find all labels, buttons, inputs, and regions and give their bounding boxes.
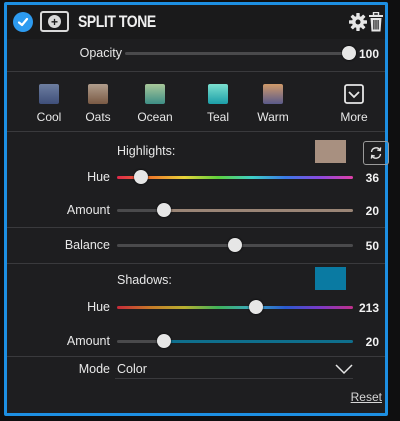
highlights-label: Highlights: bbox=[117, 144, 176, 158]
warm-swatch-icon bbox=[263, 84, 283, 104]
panel-header: + SPLIT TONE bbox=[7, 5, 385, 39]
highlights-color-swatch[interactable] bbox=[315, 140, 346, 163]
preset-label: Ocean bbox=[137, 110, 173, 124]
preset-teal[interactable]: Teal bbox=[188, 84, 248, 124]
opacity-slider-track[interactable] bbox=[125, 52, 349, 55]
opacity-label: Opacity bbox=[79, 46, 122, 60]
shadows-label: Shadows: bbox=[117, 273, 172, 287]
preset-more[interactable]: More bbox=[324, 84, 384, 124]
highlights-hue-track[interactable] bbox=[117, 176, 353, 179]
reset-link[interactable]: Reset bbox=[351, 390, 382, 404]
shadows-amount-label: Amount bbox=[66, 334, 110, 348]
shadows-hue-value[interactable]: 213 bbox=[359, 301, 379, 315]
enable-check-icon[interactable] bbox=[13, 12, 33, 32]
mode-label: Mode bbox=[78, 362, 110, 376]
balance-label: Balance bbox=[64, 238, 110, 252]
balance-value[interactable]: 50 bbox=[366, 239, 379, 253]
preset-ocean[interactable]: Ocean bbox=[125, 84, 185, 124]
highlights-amount-thumb[interactable] bbox=[157, 203, 172, 217]
select-underline bbox=[115, 378, 353, 379]
chevron-down-icon bbox=[335, 364, 353, 375]
panel-title: SPLIT TONE bbox=[78, 12, 156, 31]
shadows-amount-thumb[interactable] bbox=[157, 334, 172, 348]
highlights-hue-value[interactable]: 36 bbox=[366, 171, 379, 185]
opacity-slider-thumb[interactable] bbox=[342, 46, 356, 60]
add-mask-button[interactable]: + bbox=[40, 11, 69, 32]
shadows-hue-thumb[interactable] bbox=[249, 300, 264, 314]
divider bbox=[7, 227, 385, 228]
shadows-hue-track[interactable] bbox=[117, 306, 353, 309]
gear-icon[interactable] bbox=[348, 12, 368, 32]
cool-swatch-icon bbox=[39, 84, 59, 104]
plus-icon: + bbox=[48, 15, 61, 28]
oats-swatch-icon bbox=[88, 84, 108, 104]
divider bbox=[7, 263, 385, 264]
preset-label: Teal bbox=[206, 110, 229, 124]
highlights-amount-label: Amount bbox=[66, 203, 110, 217]
checkmark-icon bbox=[17, 17, 29, 27]
divider bbox=[7, 131, 385, 132]
highlights-hue-label: Hue bbox=[87, 170, 110, 184]
opacity-value[interactable]: 100 bbox=[359, 47, 379, 61]
preset-label: Oats bbox=[85, 110, 111, 124]
preset-oats[interactable]: Oats bbox=[68, 84, 128, 124]
divider bbox=[7, 71, 385, 72]
refresh-icon bbox=[370, 147, 382, 159]
highlights-amount-value[interactable]: 20 bbox=[366, 204, 379, 218]
mode-select[interactable]: Color bbox=[115, 359, 353, 379]
preset-label: More bbox=[340, 110, 368, 124]
chevron-down-box-icon bbox=[344, 84, 364, 104]
highlights-amount-track[interactable] bbox=[117, 209, 353, 212]
teal-swatch-icon bbox=[208, 84, 228, 104]
shadows-color-swatch[interactable] bbox=[315, 267, 346, 290]
shadows-amount-track[interactable] bbox=[117, 340, 353, 343]
ocean-swatch-icon bbox=[145, 84, 165, 104]
preset-warm[interactable]: Warm bbox=[243, 84, 303, 124]
split-tone-panel: + SPLIT TONE Opacity 100 Cool Oats Ocean… bbox=[4, 2, 389, 416]
shadows-amount-value[interactable]: 20 bbox=[366, 335, 379, 349]
balance-slider-thumb[interactable] bbox=[228, 238, 242, 252]
trash-icon[interactable] bbox=[369, 12, 383, 32]
mode-selected-value: Color bbox=[117, 362, 147, 376]
divider bbox=[7, 356, 385, 357]
reset-highlights-button[interactable] bbox=[363, 141, 389, 165]
preset-label: Warm bbox=[257, 110, 289, 124]
highlights-hue-thumb[interactable] bbox=[133, 170, 148, 184]
shadows-hue-label: Hue bbox=[87, 300, 110, 314]
